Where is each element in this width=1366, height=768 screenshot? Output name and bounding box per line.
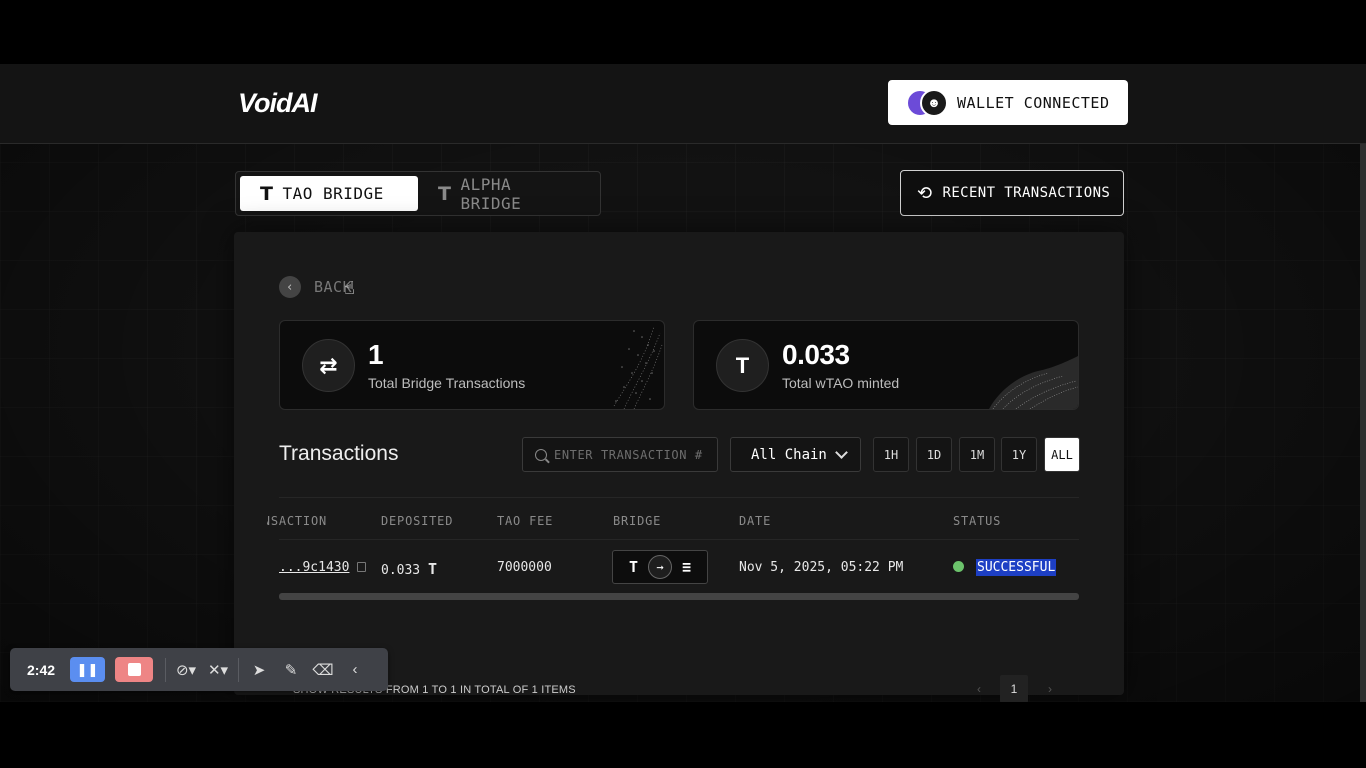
search-icon (535, 448, 547, 461)
screen-recorder-toolbar: 2:42 ❚❚ ⊘▾ ✕▾ ➤ ✎ ⌫ ‹ (10, 648, 388, 691)
next-page-button[interactable]: › (1036, 675, 1064, 702)
toolbar-divider (165, 657, 166, 682)
column-bridge: BRIDGE (613, 514, 662, 528)
stat-label: Total Bridge Transactions (368, 375, 526, 391)
recent-transactions-button[interactable]: ⟲ RECENT TRANSACTIONS (900, 170, 1124, 216)
tab-label: TAO BRIDGE (282, 184, 384, 203)
table-header: TRANSACTION # DEPOSITED TAO FEE BRIDGE D… (267, 497, 1079, 539)
deposited-value: 0.033 (381, 563, 421, 578)
column-status: STATUS (953, 514, 1002, 528)
mic-off-icon[interactable]: ✕▾ (202, 655, 234, 685)
range-all-button[interactable]: ALL (1044, 437, 1080, 472)
transactions-card: ‹ BACK ☝ ⇄ 1 Total Bridge Transactions T… (234, 232, 1124, 702)
recent-transactions-label: RECENT TRANSACTIONS (942, 185, 1111, 201)
pen-icon[interactable]: ✎ (275, 655, 307, 685)
history-icon: ⟲ (917, 182, 933, 204)
range-1y-button[interactable]: 1Y (1001, 437, 1037, 472)
tx-link[interactable]: ...9c1430 (279, 560, 349, 575)
mouse-cursor-icon: ☝ (344, 278, 355, 298)
toolbar-divider (238, 657, 239, 682)
stop-button[interactable] (115, 657, 153, 682)
tao-icon: T (716, 339, 769, 392)
bridge-route: T → ≡ (612, 550, 708, 584)
recording-timer: 2:42 (27, 661, 56, 678)
swap-arrows-icon: ⇄ (302, 339, 355, 392)
back-button[interactable]: ‹ BACK (279, 276, 352, 298)
collapse-chevron-icon[interactable]: ‹ (339, 655, 371, 685)
transactions-title: Transactions (279, 442, 399, 465)
tab-label: ALPHA BRIDGE (460, 174, 522, 213)
chain-filter-dropdown[interactable]: All Chain (730, 437, 861, 472)
tao-icon: T (427, 560, 437, 578)
voidai-logo[interactable]: VoidAI (238, 88, 317, 119)
eraser-icon[interactable]: ⌫ (307, 655, 339, 685)
tx-cell: ...9c1430 (279, 560, 367, 575)
deposited-cell: 0.033 T (381, 560, 437, 578)
tao-icon: T (260, 182, 274, 205)
column-tao-fee: TAO FEE (497, 514, 554, 528)
stat-value: 0.033 (782, 339, 850, 370)
bridge-tabs: T TAO BRIDGE T ALPHA BRIDGE (235, 171, 601, 216)
column-date: DATE (739, 514, 772, 528)
range-1m-button[interactable]: 1M (959, 437, 995, 472)
tab-alpha-bridge[interactable]: T ALPHA BRIDGE (418, 174, 600, 213)
arrow-right-icon: → (648, 555, 672, 579)
pointer-icon[interactable]: ➤ (243, 655, 275, 685)
decorative-mesh-art (989, 356, 1078, 409)
copy-icon[interactable] (357, 562, 367, 572)
page-scrollbar[interactable] (1360, 144, 1366, 702)
solana-icon: ≡ (682, 558, 692, 576)
table-horizontal-scrollbar[interactable] (279, 593, 1079, 600)
range-1d-button[interactable]: 1D (916, 437, 952, 472)
tao-fee-value: 7000000 (497, 560, 552, 575)
stat-total-bridge-transactions: ⇄ 1 Total Bridge Transactions (279, 320, 665, 410)
tab-tao-bridge[interactable]: T TAO BRIDGE (240, 176, 418, 211)
wallet-label: WALLET CONNECTED (957, 93, 1110, 112)
wallet-monkey-icon: ☻ (920, 88, 948, 117)
camera-off-icon[interactable]: ⊘▾ (170, 655, 202, 685)
chevron-left-icon: ‹ (279, 276, 301, 298)
table-row: ...9c1430 0.033 T 7000000 T → ≡ Nov 5, 2… (279, 539, 1079, 593)
top-bar: VoidAI ☻ WALLET CONNECTED (0, 64, 1366, 144)
status-success-icon (953, 561, 964, 572)
search-input[interactable] (554, 447, 704, 462)
transaction-search[interactable] (522, 437, 718, 472)
tao-icon: T (438, 182, 452, 205)
status-cell: SUCCESSFUL (953, 559, 1057, 576)
wallet-avatars: ☻ (906, 88, 952, 118)
app-window: VoidAI ☻ WALLET CONNECTED T TAO BRIDGE T… (0, 64, 1366, 702)
stat-label: Total wTAO minted (782, 375, 900, 391)
chevron-down-icon (835, 445, 848, 459)
status-badge: SUCCESSFUL (976, 559, 1057, 576)
tao-icon: T (628, 558, 638, 576)
date-value: Nov 5, 2025, 05:22 PM (739, 560, 904, 575)
stat-total-wtao-minted: T 0.033 Total wTAO minted (693, 320, 1079, 410)
wallet-connected-button[interactable]: ☻ WALLET CONNECTED (888, 80, 1128, 125)
column-transaction: TRANSACTION # (267, 514, 327, 528)
page-number-button[interactable]: 1 (1000, 675, 1028, 702)
chain-filter-value: All Chain (751, 446, 827, 463)
prev-page-button[interactable]: ‹ (965, 675, 993, 702)
column-deposited: DEPOSITED (381, 514, 454, 528)
stat-value: 1 (368, 339, 384, 370)
stop-icon (127, 663, 141, 676)
pause-button[interactable]: ❚❚ (70, 657, 105, 682)
range-1h-button[interactable]: 1H (873, 437, 909, 472)
decorative-wave-art (613, 325, 663, 409)
